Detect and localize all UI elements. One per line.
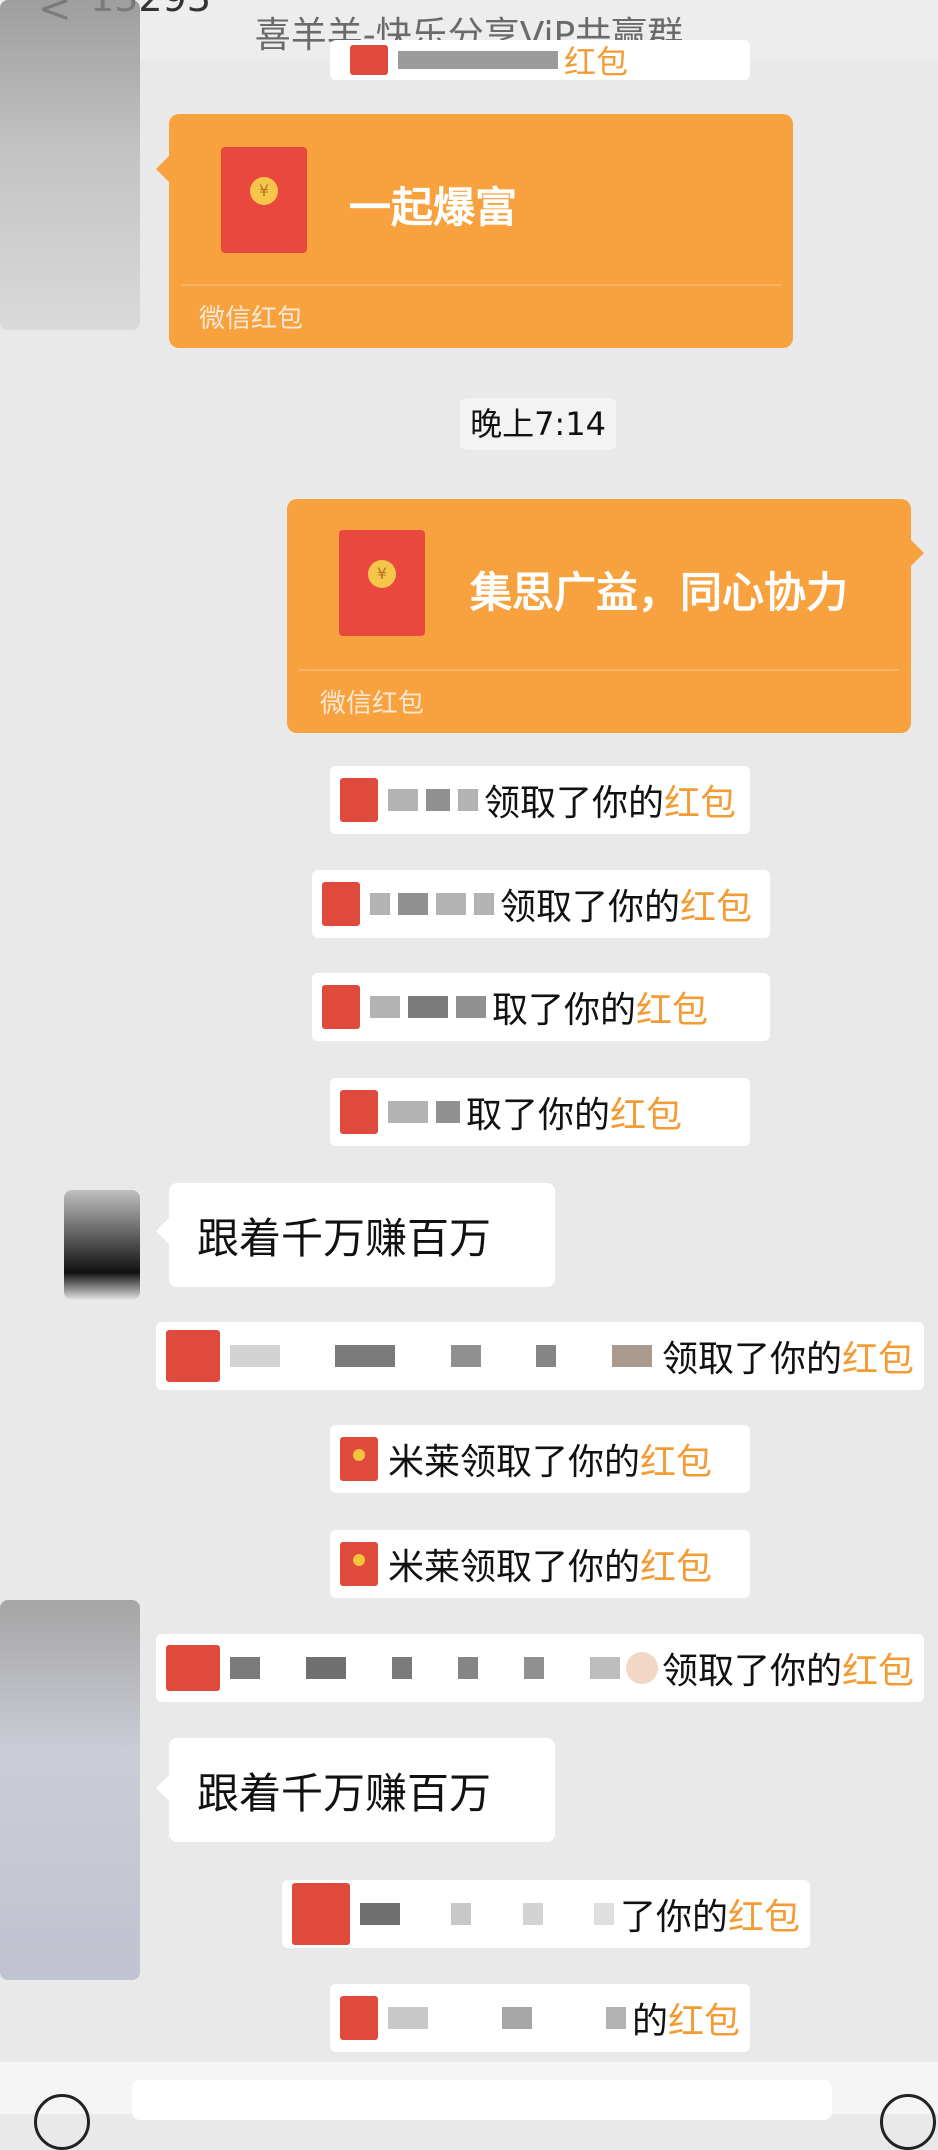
claim-text: 领取了你的	[661, 1339, 842, 1380]
red-packet-icon	[340, 778, 378, 822]
system-message-claim: 米莱 领取了你的 红包	[330, 1530, 750, 1598]
blurred-name	[370, 996, 486, 1018]
red-packet-icon	[322, 985, 360, 1029]
red-packet-text: 一起爆富	[349, 183, 518, 232]
blurred-name	[370, 893, 494, 915]
divider	[181, 284, 781, 286]
red-packet-icon	[166, 1645, 220, 1691]
red-packet-icon	[340, 1090, 378, 1134]
claim-text: 领取了你的	[500, 887, 681, 928]
bubble-tail	[156, 1775, 169, 1801]
blurred-name	[388, 789, 478, 811]
message-input[interactable]	[132, 2080, 832, 2120]
claim-text: 领取了你的	[661, 1651, 842, 1692]
avatar-sender-2[interactable]	[64, 1190, 140, 1300]
voice-icon[interactable]	[34, 2094, 90, 2150]
bubble-tail	[156, 156, 169, 182]
blurred-name	[230, 1657, 620, 1679]
blurred-name	[388, 2007, 626, 2029]
red-packet-link[interactable]: 红包	[842, 1330, 914, 1382]
red-packet-link[interactable]: 红包	[640, 1538, 712, 1590]
chat-message[interactable]: 跟着千万赚百万	[169, 1183, 555, 1287]
red-packet-icon	[166, 1330, 220, 1382]
claim-text: 的	[631, 2001, 668, 2042]
blurred-name	[360, 1903, 614, 1925]
claim-text: 领取了你的	[460, 1442, 641, 1483]
red-packet-icon	[340, 1437, 378, 1481]
claim-text: 了你的	[619, 1897, 728, 1938]
red-packet-label: 微信红包	[199, 304, 304, 334]
red-packet-link[interactable]: 红包	[728, 1888, 800, 1940]
claimer-name: 米莱	[388, 1547, 461, 1588]
red-packet-link[interactable]: 红包	[564, 37, 628, 83]
system-message-claim: 取了你的 红包	[312, 973, 770, 1041]
envelope-icon: ¥	[221, 147, 307, 253]
system-message-claim: 领取了你的 红包	[156, 1634, 924, 1702]
system-message-claim: 了你的 红包	[282, 1880, 810, 1948]
red-packet-icon	[340, 1542, 378, 1586]
red-packet-icon	[322, 882, 360, 926]
red-packet-icon	[350, 45, 388, 75]
blurred-name	[388, 1101, 460, 1123]
chat-message[interactable]: 跟着千万赚百万	[169, 1738, 555, 1842]
red-packet-link[interactable]: 红包	[680, 878, 752, 930]
red-packet-link[interactable]: 红包	[668, 1992, 740, 2044]
system-message-claim: 领取了你的 红包	[330, 766, 750, 834]
claim-text: 领取了你的	[460, 1547, 641, 1588]
red-packet-label: 微信红包	[320, 689, 425, 719]
avatar-sender-1[interactable]	[0, 0, 140, 330]
bubble-tail	[156, 1218, 169, 1244]
system-message-claim: 米莱 领取了你的 红包	[330, 1425, 750, 1493]
system-message-claim: 取了你的 红包	[330, 1078, 750, 1146]
red-packet-icon	[292, 1883, 350, 1945]
system-message-partial: 红包	[330, 37, 750, 83]
red-packet-message[interactable]: ¥ 一起爆富 微信红包	[169, 114, 793, 348]
claim-text: 取了你的	[466, 1095, 611, 1136]
avatar-sender-3[interactable]	[0, 1600, 140, 1980]
blurred-name	[398, 51, 558, 69]
red-packet-link[interactable]: 红包	[636, 981, 708, 1033]
claimer-name: 米莱	[388, 1442, 461, 1483]
claim-text: 领取了你的	[484, 783, 665, 824]
avatar-emoji-icon	[625, 1652, 658, 1684]
system-message-claim: 领取了你的 红包	[312, 870, 770, 938]
yuan-coin-icon: ¥	[368, 560, 396, 588]
red-packet-link[interactable]: 红包	[842, 1642, 914, 1694]
red-packet-text: 集思广益，同心协力	[470, 568, 849, 617]
yuan-coin-icon: ¥	[250, 177, 278, 205]
system-message-claim: 的红包	[330, 1984, 750, 2052]
red-packet-message-outgoing[interactable]: ¥ 集思广益，同心协力 微信红包	[287, 499, 911, 733]
red-packet-link[interactable]: 红包	[664, 774, 736, 826]
red-packet-link[interactable]: 红包	[640, 1433, 712, 1485]
system-message-claim: 领取了你的 红包	[156, 1322, 924, 1390]
emoji-icon[interactable]	[880, 2094, 936, 2150]
claim-text: 取了你的	[492, 990, 637, 1031]
envelope-icon: ¥	[339, 530, 425, 636]
blurred-name	[230, 1345, 652, 1367]
red-packet-icon	[340, 1996, 378, 2040]
divider	[299, 669, 899, 671]
red-packet-link[interactable]: 红包	[610, 1086, 682, 1138]
timestamp: 晚上7:14	[460, 398, 616, 450]
bubble-tail	[911, 540, 924, 566]
